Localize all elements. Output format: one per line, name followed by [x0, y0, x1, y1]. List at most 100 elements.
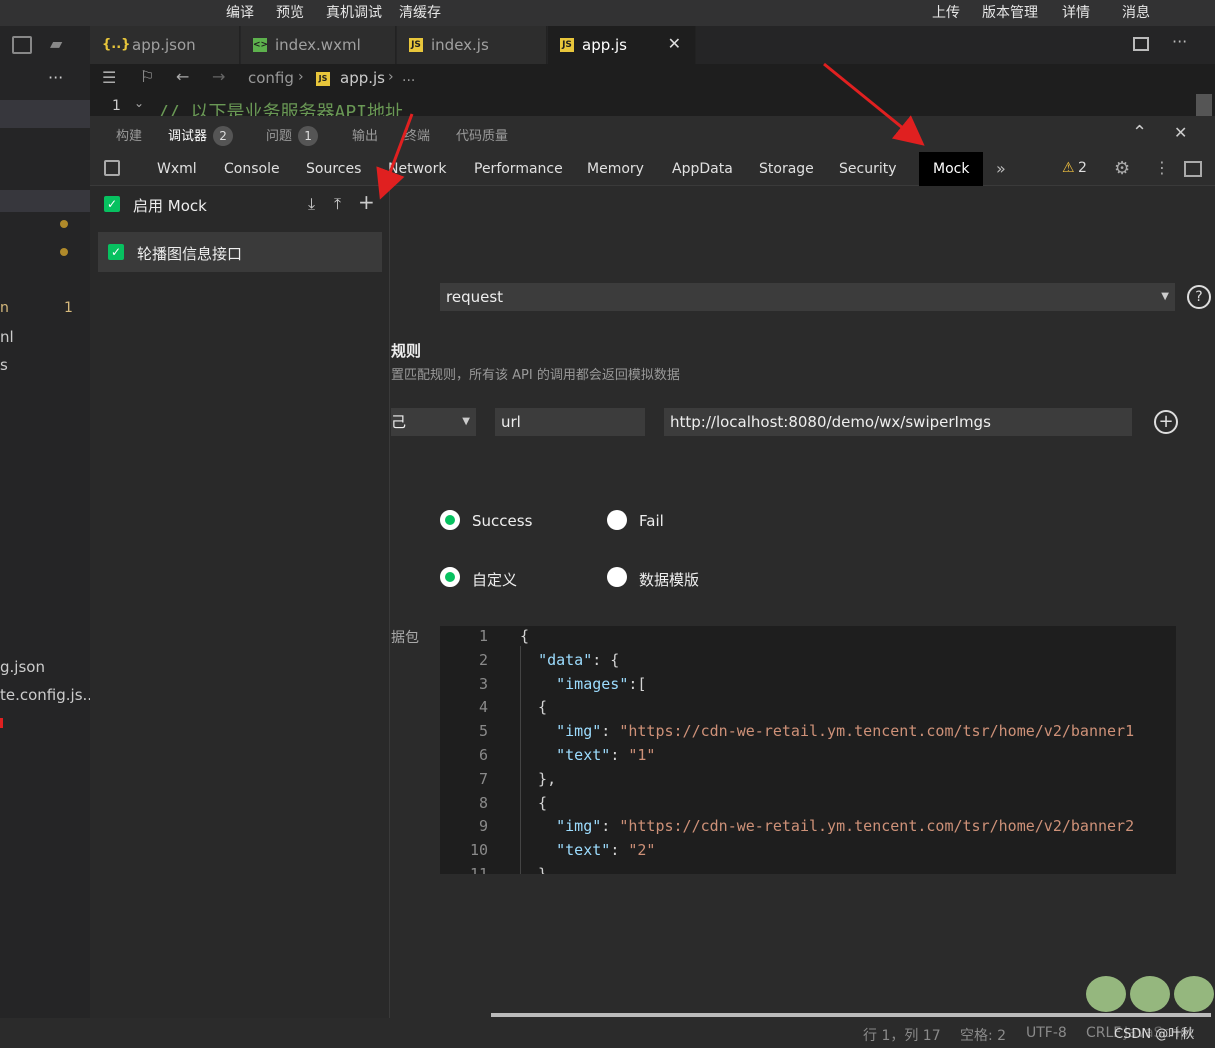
help-icon[interactable]: ?	[1187, 285, 1211, 309]
add-rule-icon[interactable]: +	[358, 190, 375, 214]
scrollbar[interactable]	[1196, 94, 1212, 116]
radio-success[interactable]	[440, 510, 460, 530]
code-line: "data": {	[538, 650, 620, 669]
file-item[interactable]: te.config.js...	[0, 686, 97, 704]
tab-app-json[interactable]: {..} app.json	[90, 26, 240, 64]
undock-icon[interactable]	[1184, 161, 1202, 177]
tab-memory[interactable]: Memory	[587, 152, 644, 186]
close-icon[interactable]: ✕	[668, 34, 681, 53]
file-item[interactable]: nl	[0, 328, 14, 346]
menu-messages[interactable]: 消息	[1122, 2, 1150, 22]
tab-appdata[interactable]: AppData	[672, 152, 733, 186]
tab-sources[interactable]: Sources	[306, 152, 361, 186]
match-value-input[interactable]: http://localhost:8080/demo/wx/swiperImgs	[664, 408, 1132, 436]
tab-problems[interactable]: 问题 1	[266, 125, 319, 146]
tab-storage[interactable]: Storage	[759, 152, 814, 186]
rule-item[interactable]: ✓ 轮播图信息接口	[98, 232, 382, 272]
encoding[interactable]: UTF-8	[1026, 1025, 1067, 1041]
breadcrumb-more[interactable]: ...	[402, 69, 415, 85]
code-line: "text": "2"	[556, 841, 656, 860]
tab-index-wxml[interactable]: <> index.wxml	[241, 26, 396, 64]
watermark: CSDN @叶秋	[1114, 1027, 1195, 1042]
breadcrumb-folder[interactable]: config	[248, 69, 294, 87]
js-file-icon: JS	[409, 38, 423, 52]
indent-spaces[interactable]: 空格: 2	[960, 1025, 1006, 1045]
tab-app-js[interactable]: JS app.js ✕	[548, 26, 696, 64]
menu-clear-cache[interactable]: 清缓存	[399, 2, 441, 22]
upload-icon[interactable]: ⤒	[334, 194, 341, 214]
gear-icon[interactable]: ⚙	[1114, 158, 1130, 179]
more-icon[interactable]: ···	[1172, 32, 1187, 51]
more-tabs-icon[interactable]: »	[996, 152, 1006, 186]
forward-icon[interactable]: →	[212, 67, 225, 86]
tab-debugger[interactable]: 调试器 2	[168, 125, 234, 146]
radio-template[interactable]	[607, 567, 627, 587]
tab-network[interactable]: Network	[388, 152, 446, 186]
cursor-position[interactable]: 行 1，列 17	[863, 1025, 941, 1045]
json-file-icon: {..}	[102, 37, 131, 52]
file-item[interactable]: s	[0, 356, 8, 374]
match-type-select[interactable]: 己 ▼	[391, 408, 476, 436]
tab-build[interactable]: 构建	[116, 125, 142, 144]
rule-checkbox[interactable]: ✓	[108, 244, 124, 260]
menu-version[interactable]: 版本管理	[982, 2, 1038, 22]
file-badge: 1	[64, 300, 73, 316]
file-item[interactable]: n	[0, 300, 9, 316]
chevron-down-icon[interactable]: ⌄	[134, 96, 144, 110]
count-badge: 2	[213, 126, 234, 146]
tab-index-js[interactable]: JS index.js	[397, 26, 547, 64]
horizontal-scrollbar[interactable]	[491, 1013, 1211, 1017]
rules-title: 规则	[391, 342, 422, 360]
menu-upload[interactable]: 上传	[932, 2, 960, 22]
add-condition-icon[interactable]: +	[1154, 410, 1178, 434]
code-line: },	[520, 769, 557, 788]
radio-template-label: 数据模版	[639, 571, 700, 589]
menu-preview[interactable]: 预览	[276, 2, 304, 22]
back-icon[interactable]: ←	[176, 67, 189, 86]
tab-console[interactable]: Console	[224, 152, 280, 186]
menubar: 编译 预览 真机调试 清缓存 上传 版本管理 详情 消息	[0, 0, 1215, 26]
tab-performance[interactable]: Performance	[474, 152, 563, 186]
mock-data-editor[interactable]: 1 {2 "data": {3 "images":[4 {5 "img": "ht…	[440, 626, 1176, 874]
explorer-sidebar: ··· n 1 nl s g.json te.config.js...	[0, 64, 97, 1018]
chevron-right-icon: ›	[298, 69, 304, 85]
warning-icon[interactable]: ⚠	[1062, 160, 1075, 176]
line-number: 2	[478, 650, 488, 669]
radio-custom[interactable]	[440, 567, 460, 587]
bookmark-icon[interactable]: ⚐	[140, 67, 154, 86]
modified-dot	[60, 248, 68, 256]
docker-icon[interactable]: ▰	[50, 34, 62, 53]
radio-fail[interactable]	[607, 510, 627, 530]
match-key-input[interactable]: url	[495, 408, 645, 436]
inspect-icon[interactable]	[104, 160, 120, 176]
save-icon[interactable]	[12, 36, 32, 54]
tab-code-quality[interactable]: 代码质量	[456, 125, 508, 144]
rule-item-label: 轮播图信息接口	[137, 245, 243, 263]
tab-mock[interactable]: Mock	[919, 152, 984, 186]
line-number: 8	[478, 793, 488, 812]
file-item[interactable]: g.json	[0, 658, 45, 676]
chevron-up-icon[interactable]: ⌃	[1132, 122, 1147, 143]
line-number: 3	[478, 674, 488, 693]
more-icon[interactable]: ···	[48, 68, 63, 87]
close-icon[interactable]: ✕	[1174, 123, 1187, 142]
split-editor-icon[interactable]	[1133, 37, 1149, 51]
tab-terminal[interactable]: 终端	[404, 125, 430, 144]
explorer-selected-row[interactable]	[0, 100, 90, 128]
list-icon[interactable]: ☰	[102, 68, 116, 87]
download-icon[interactable]: ⤓	[308, 194, 315, 214]
flower-decoration	[1174, 976, 1214, 1012]
tab-security[interactable]: Security	[839, 152, 897, 186]
breadcrumb-file[interactable]: app.js	[340, 69, 385, 87]
api-select[interactable]: request ▼	[440, 283, 1175, 311]
kebab-icon[interactable]: ⋮	[1154, 158, 1170, 177]
wxml-file-icon: <>	[253, 38, 269, 52]
enable-mock-checkbox[interactable]: ✓	[104, 196, 120, 212]
tab-output[interactable]: 输出	[352, 125, 378, 144]
rules-desc: 置匹配规则，所有该 API 的调用都会返回模拟数据	[391, 368, 680, 383]
tab-wxml[interactable]: Wxml	[157, 152, 197, 186]
menu-details[interactable]: 详情	[1062, 2, 1090, 22]
menu-compile[interactable]: 编译	[226, 2, 254, 22]
menu-device-debug[interactable]: 真机调试	[326, 2, 382, 22]
explorer-selected-row[interactable]	[0, 190, 90, 212]
